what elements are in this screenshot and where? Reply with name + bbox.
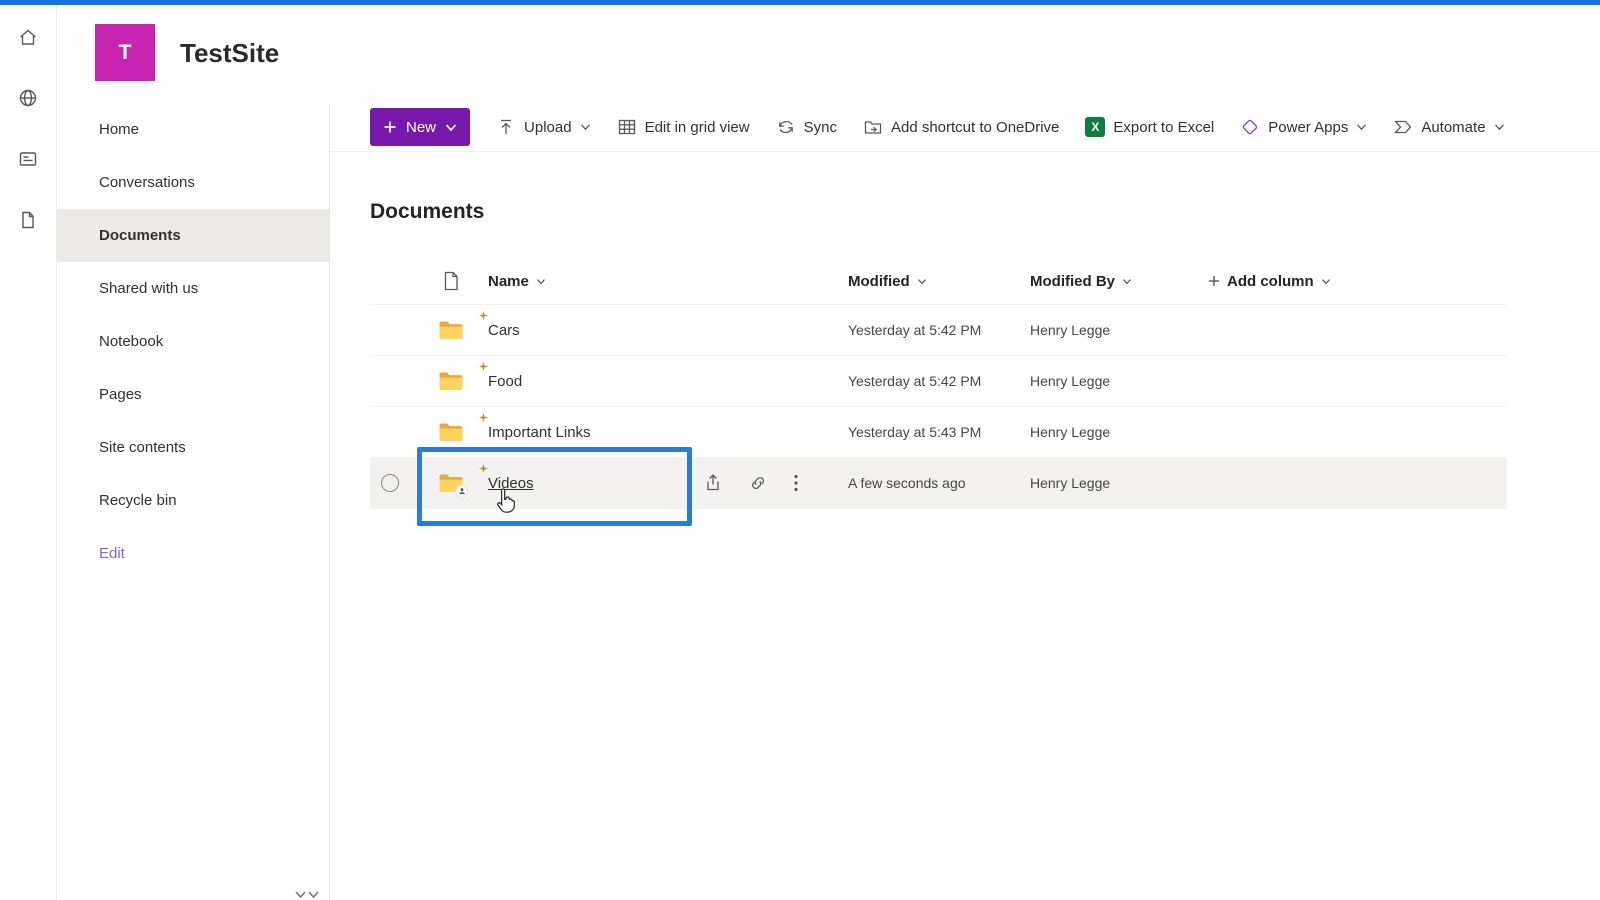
folder-shortcut-icon xyxy=(864,121,882,134)
sidebar-item-site-contents[interactable]: Site contents xyxy=(57,421,329,474)
column-header-name[interactable]: Name xyxy=(488,273,848,290)
folder-name-link[interactable]: Food xyxy=(488,373,848,390)
sidebar-item-pages[interactable]: Pages xyxy=(57,368,329,421)
chevron-down-icon xyxy=(445,123,457,131)
pages-icon[interactable] xyxy=(16,208,40,232)
folder-name-link[interactable]: Cars xyxy=(488,322,848,339)
chevron-down-icon xyxy=(1123,278,1131,284)
share-icon[interactable] xyxy=(703,473,723,493)
modified-value: Yesterday at 5:43 PM xyxy=(848,424,982,440)
sync-icon xyxy=(778,120,793,134)
new-button[interactable]: New xyxy=(370,108,471,146)
document-list: Name Modified Modified By Add column Car… xyxy=(370,258,1507,509)
nav-collapse-icon[interactable] xyxy=(295,890,319,900)
chevron-down-icon xyxy=(1494,124,1504,131)
row-select-radio[interactable] xyxy=(381,474,399,492)
modified-by-value[interactable]: Henry Legge xyxy=(1030,373,1208,389)
site-logo-letter: T xyxy=(118,40,132,64)
sidebar-item-shared-with-us[interactable]: Shared with us xyxy=(57,262,329,315)
sidebar-item-documents[interactable]: Documents xyxy=(57,209,329,262)
command-bar: New Upload Edit in grid view Sync Add sh… xyxy=(330,103,1600,152)
globe-icon[interactable] xyxy=(16,86,40,110)
modified-by-value[interactable]: Henry Legge xyxy=(1030,322,1208,338)
modified-value: Yesterday at 5:42 PM xyxy=(848,373,982,389)
more-actions-ellipsis-icon[interactable] xyxy=(793,473,799,493)
export-to-excel-button[interactable]: X Export to Excel xyxy=(1085,117,1214,137)
row-hover-actions xyxy=(703,458,799,508)
edit-in-grid-view-button[interactable]: Edit in grid view xyxy=(617,117,750,137)
copy-link-icon[interactable] xyxy=(748,473,768,493)
chevron-down-icon xyxy=(580,124,590,131)
chevron-down-icon xyxy=(536,278,545,284)
shared-person-badge-icon xyxy=(455,484,468,498)
new-item-sparkle-icon xyxy=(479,464,488,473)
folder-icon[interactable] xyxy=(438,320,464,341)
folder-icon[interactable] xyxy=(438,422,464,443)
power-apps-icon xyxy=(1243,119,1258,135)
column-header-modified[interactable]: Modified xyxy=(848,273,1030,290)
power-apps-button[interactable]: Power Apps xyxy=(1240,117,1367,137)
add-column-button[interactable]: Add column xyxy=(1208,273,1507,290)
app-rail xyxy=(0,5,57,900)
table-row[interactable]: Cars Yesterday at 5:42 PM Henry Legge xyxy=(370,305,1507,356)
sidebar-item-recycle-bin[interactable]: Recycle bin xyxy=(57,474,329,527)
site-title[interactable]: TestSite xyxy=(180,28,279,78)
chevron-down-icon xyxy=(1357,124,1367,131)
new-item-sparkle-icon xyxy=(479,311,488,320)
table-row[interactable]: Food Yesterday at 5:42 PM Henry Legge xyxy=(370,356,1507,407)
grid-icon xyxy=(618,119,635,135)
sidebar: Home Conversations Documents Shared with… xyxy=(57,103,330,900)
table-header-row: Name Modified Modified By Add column xyxy=(370,258,1507,305)
table-row[interactable]: Important Links Yesterday at 5:43 PM Hen… xyxy=(370,407,1507,458)
plus-icon xyxy=(1209,276,1219,286)
sidebar-item-home[interactable]: Home xyxy=(57,103,329,156)
excel-icon: X xyxy=(1085,117,1106,137)
home-icon[interactable] xyxy=(16,25,40,49)
new-item-sparkle-icon xyxy=(479,362,488,371)
automate-button[interactable]: Automate xyxy=(1393,117,1504,137)
shared-folder-icon[interactable] xyxy=(438,473,468,498)
sync-button[interactable]: Sync xyxy=(776,117,837,137)
folder-name-link[interactable]: Important Links xyxy=(488,424,848,441)
add-shortcut-to-onedrive-button[interactable]: Add shortcut to OneDrive xyxy=(863,117,1059,137)
sidebar-item-edit[interactable]: Edit xyxy=(57,527,329,580)
site-logo[interactable]: T xyxy=(95,24,155,81)
power-automate-icon xyxy=(1394,120,1412,134)
new-item-sparkle-icon xyxy=(479,413,488,422)
folder-icon[interactable] xyxy=(438,371,464,392)
modified-value: A few seconds ago xyxy=(848,475,966,491)
modified-by-value[interactable]: Henry Legge xyxy=(1030,475,1208,491)
modified-value: Yesterday at 5:42 PM xyxy=(848,322,982,338)
news-icon[interactable] xyxy=(16,147,40,171)
file-type-column-icon[interactable] xyxy=(442,271,460,291)
upload-button[interactable]: Upload xyxy=(496,117,591,137)
chevron-down-icon xyxy=(1321,278,1330,284)
modified-by-value[interactable]: Henry Legge xyxy=(1030,424,1208,440)
site-header: T TestSite xyxy=(57,5,1600,103)
page-title: Documents xyxy=(370,200,485,223)
sidebar-item-conversations[interactable]: Conversations xyxy=(57,156,329,209)
column-header-modified-by[interactable]: Modified By xyxy=(1030,273,1208,290)
upload-icon xyxy=(501,119,512,134)
chevron-down-icon xyxy=(917,278,926,284)
plus-icon xyxy=(384,121,396,133)
table-row-videos[interactable]: Videos A few seconds ago Henry Legge xyxy=(370,458,1507,509)
sidebar-item-notebook[interactable]: Notebook xyxy=(57,315,329,368)
